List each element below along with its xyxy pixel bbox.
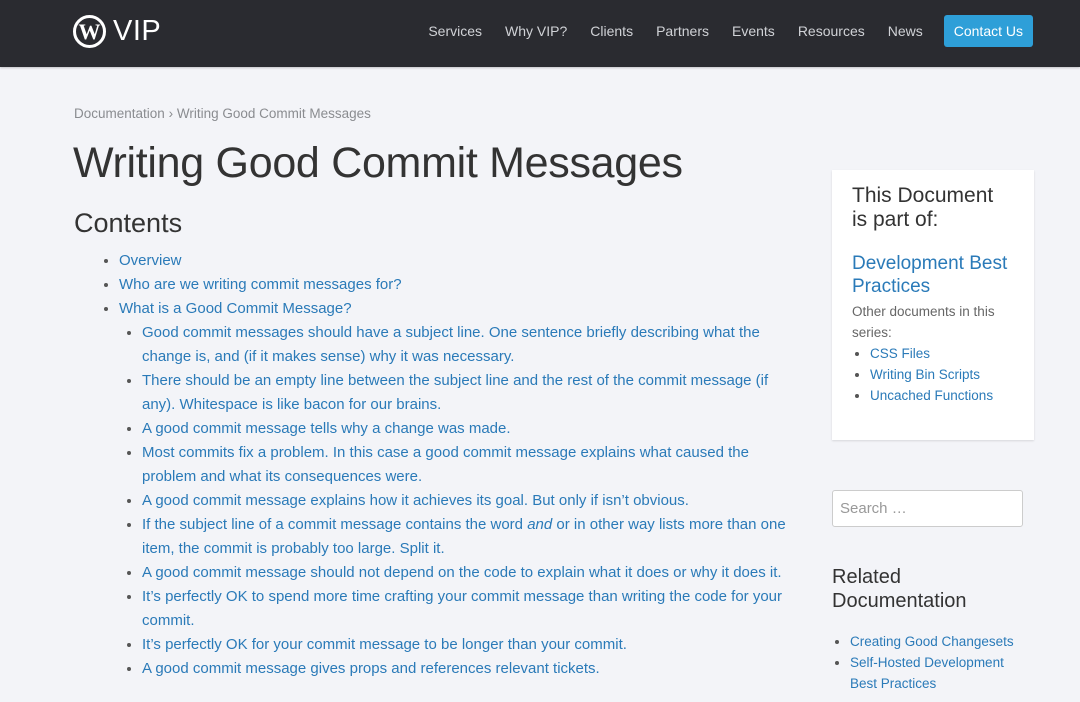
toc-item[interactable]: There should be an empty line between th…: [142, 372, 768, 413]
toc-item[interactable]: A good commit message explains how it ac…: [142, 492, 689, 509]
related-link[interactable]: Self-Hosted Development Best Practices: [850, 655, 1004, 691]
related-documentation: Related Documentation Creating Good Chan…: [832, 565, 1034, 694]
series-doc-link[interactable]: Writing Bin Scripts: [870, 367, 980, 382]
toc-item[interactable]: It’s perfectly OK to spend more time cra…: [142, 588, 782, 629]
toc-item[interactable]: If the subject line of a commit message …: [142, 516, 786, 557]
toc-item[interactable]: It’s perfectly OK for your commit messag…: [142, 636, 627, 653]
series-doc-link[interactable]: CSS Files: [870, 346, 930, 361]
table-of-contents: Overview Who are we writing commit messa…: [74, 249, 804, 681]
contact-us-button[interactable]: Contact Us: [943, 15, 1033, 47]
nav-resources[interactable]: Resources: [798, 23, 865, 39]
toc-what[interactable]: What is a Good Commit Message?: [119, 300, 352, 317]
page-title: Writing Good Commit Messages: [73, 139, 683, 187]
site-header: W VIP Services Why VIP? Clients Partners…: [0, 0, 1080, 67]
series-widget: This Document is part of: Development Be…: [832, 170, 1034, 440]
nav-events[interactable]: Events: [732, 23, 775, 39]
toc-item[interactable]: Good commit messages should have a subje…: [142, 324, 760, 365]
toc-text: If the subject line of a commit message …: [142, 516, 528, 533]
breadcrumb: Documentation › Writing Good Commit Mess…: [74, 106, 371, 121]
toc-item[interactable]: Most commits fix a problem. In this case…: [142, 444, 749, 485]
related-link[interactable]: Creating Good Changesets: [850, 634, 1014, 649]
breadcrumb-separator: ›: [168, 106, 174, 121]
nav-partners[interactable]: Partners: [656, 23, 709, 39]
breadcrumb-current: Writing Good Commit Messages: [176, 106, 371, 121]
series-link[interactable]: Development Best Practices: [852, 253, 1007, 297]
related-heading: Related Documentation: [832, 566, 967, 612]
nav-news[interactable]: News: [888, 23, 923, 39]
search-input[interactable]: [832, 490, 1023, 527]
logo-text: VIP: [113, 15, 162, 47]
toc-who[interactable]: Who are we writing commit messages for?: [119, 276, 402, 293]
nav-why-vip[interactable]: Why VIP?: [505, 23, 567, 39]
nav-clients[interactable]: Clients: [590, 23, 633, 39]
other-docs-label: Other documents in this series:: [852, 304, 995, 340]
vip-logo[interactable]: W VIP: [73, 15, 161, 48]
nav-services[interactable]: Services: [428, 23, 482, 39]
wordpress-icon: W: [73, 15, 106, 48]
toc-item[interactable]: A good commit message gives props and re…: [142, 660, 600, 677]
toc-item[interactable]: A good commit message tells why a change…: [142, 420, 511, 437]
main-nav: Services Why VIP? Clients Partners Event…: [405, 15, 1033, 47]
toc-overview[interactable]: Overview: [119, 252, 182, 269]
series-heading: This Document is part of:: [852, 184, 994, 231]
series-doc-link[interactable]: Uncached Functions: [870, 388, 993, 403]
breadcrumb-documentation[interactable]: Documentation: [74, 106, 165, 121]
toc-emphasis: and: [527, 516, 553, 533]
toc-item[interactable]: A good commit message should not depend …: [142, 564, 782, 581]
contents-heading: Contents: [74, 208, 183, 238]
